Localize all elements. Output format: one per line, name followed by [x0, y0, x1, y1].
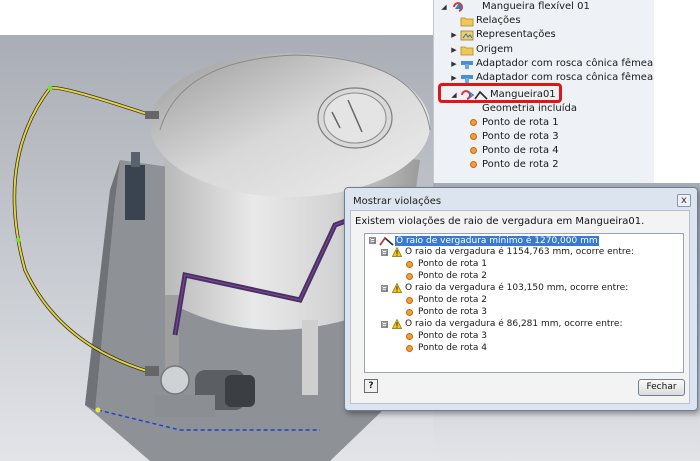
collapse-toggle-icon[interactable]: ⊟	[381, 321, 388, 329]
route-point-icon	[406, 297, 413, 304]
folder-icon	[460, 46, 474, 56]
violations-tree[interactable]: ⊟ O raio de vergadura mínimo é 1270,000 …	[364, 233, 684, 373]
help-button[interactable]: ?	[364, 379, 378, 393]
min-radius-label: O raio de vergadura mínimo é 1270,000 mm	[395, 236, 599, 246]
tree-node-label: Relações	[476, 15, 521, 26]
tree-node-label: Representações	[476, 29, 556, 40]
warning-icon	[392, 247, 402, 257]
route-point-node[interactable]: Ponto de rota 2	[418, 270, 487, 282]
tree-node-label: Mangueira flexível 01	[482, 1, 590, 12]
route-point-icon	[470, 119, 477, 126]
route-point-node[interactable]: Ponto de rota 3	[418, 306, 487, 318]
route-point-icon	[470, 161, 477, 168]
route-point-node[interactable]: Ponto de rota 2	[418, 294, 487, 306]
violation-node[interactable]: O raio da vergadura é 86,281 mm, ocorre …	[405, 318, 623, 330]
expand-arrow-icon[interactable]: ▶	[450, 43, 458, 57]
route-point-icon	[470, 133, 477, 140]
tree-node-label: Ponto de rota 3	[482, 131, 559, 142]
warning-icon	[392, 319, 402, 329]
show-violations-dialog[interactable]: Mostrar violações x Existem violações de…	[344, 187, 698, 411]
violation-message: Existem violações de raio de vergadura e…	[355, 216, 645, 227]
expand-arrow-icon[interactable]: ▶	[450, 28, 458, 42]
expand-arrow-icon[interactable]: ▶	[450, 57, 458, 71]
route-point-icon	[406, 309, 413, 316]
folder-icon	[460, 17, 474, 27]
route-point-icon	[470, 147, 477, 154]
route-point-node[interactable]: Ponto de rota 3	[418, 330, 487, 342]
tree-node-label: Origem	[476, 44, 514, 55]
collapse-toggle-icon[interactable]: ⊟	[381, 249, 388, 257]
tree-node-label: Geometria incluída	[482, 103, 578, 114]
warning-icon	[392, 283, 402, 293]
route-point-icon	[406, 261, 413, 268]
tree-node-label: Adaptador com rosca cônica fêmea Park	[476, 58, 654, 69]
close-window-button[interactable]: x	[677, 194, 691, 207]
route-point-icon	[406, 333, 413, 340]
collapse-arrow-icon[interactable]: ◢	[440, 0, 448, 14]
collapse-toggle-icon[interactable]: ⊟	[381, 285, 388, 293]
route-point-icon	[406, 345, 413, 352]
close-button[interactable]: Fechar	[638, 379, 685, 396]
tree-node-label: Ponto de rota 1	[482, 117, 559, 128]
route-icon	[379, 236, 394, 246]
highlight-frame	[438, 83, 562, 103]
violation-node[interactable]: O raio da vergadura é 103,150 mm, ocorre…	[405, 282, 628, 294]
dialog-title: Mostrar violações	[353, 196, 442, 207]
fitting-icon	[461, 61, 473, 69]
tree-node-label: Ponto de rota 4	[482, 145, 559, 156]
route-point-node[interactable]: Ponto de rota 4	[418, 342, 487, 354]
representations-icon	[460, 30, 474, 41]
tree-node-label: Ponto de rota 2	[482, 159, 559, 170]
route-point-icon	[406, 273, 413, 280]
collapse-toggle-icon[interactable]: ⊟	[369, 237, 376, 245]
route-point-node[interactable]: Ponto de rota 1	[418, 258, 487, 270]
dialog-body: Existem violações de raio de vergadura e…	[350, 210, 690, 404]
hose-assembly-icon	[453, 2, 463, 12]
violation-node[interactable]: O raio da vergadura é 1154,763 mm, ocorr…	[405, 246, 634, 258]
